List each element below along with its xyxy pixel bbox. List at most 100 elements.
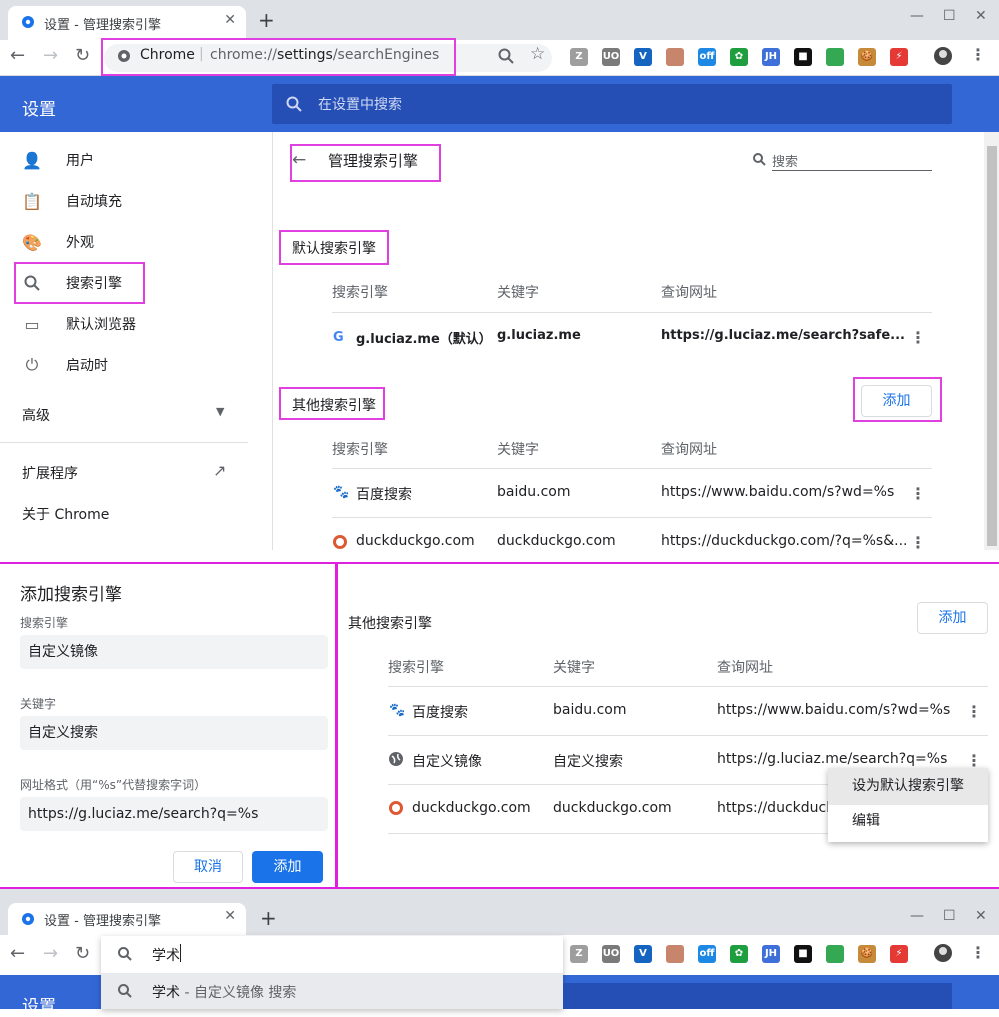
search-icon xyxy=(118,984,132,998)
scrollbar-thumb[interactable] xyxy=(987,146,997,546)
zoom-icon[interactable] xyxy=(498,48,514,64)
sidebar-item-on-startup[interactable]: ⏻ 启动时 xyxy=(0,345,270,385)
back-icon[interactable]: ← xyxy=(10,943,25,964)
omni-url-host: settings xyxy=(277,47,333,63)
back-icon[interactable]: ← xyxy=(10,45,25,66)
settings-gear-icon xyxy=(22,913,34,925)
v-icon[interactable]: V xyxy=(634,945,652,963)
flash-icon[interactable]: ⚡ xyxy=(890,945,908,963)
chrome-color-icon[interactable] xyxy=(826,48,844,66)
settings-search-placeholder: 在设置中搜索 xyxy=(318,97,402,113)
tab-close-icon[interactable]: ✕ xyxy=(224,908,236,924)
sidebar-item-people[interactable]: 👤 用户 xyxy=(0,140,270,180)
sidebar-about-link[interactable]: 关于 Chrome xyxy=(22,504,109,524)
more-actions-icon[interactable]: ⋮ xyxy=(910,484,926,503)
minimize-icon[interactable]: — xyxy=(910,8,924,24)
tab-close-icon[interactable]: ✕ xyxy=(224,12,236,28)
omni-url-path: /searchEngines xyxy=(332,47,440,63)
tab-title: 设置 - 管理搜索引擎 xyxy=(44,18,161,33)
jh-icon[interactable]: JH xyxy=(762,48,780,66)
url-input[interactable]: https://g.luciaz.me/search?q=%s xyxy=(20,797,328,831)
engine-url: https://duckduckg xyxy=(717,800,844,816)
col-keyword-header: 关键字 xyxy=(553,660,595,676)
chrome-color-icon[interactable] xyxy=(826,945,844,963)
engine-name: duckduckgo.com xyxy=(356,533,475,549)
z-icon[interactable]: Z xyxy=(570,945,588,963)
maximize-icon[interactable]: ☐ xyxy=(943,8,956,24)
off-ext-icon[interactable]: off xyxy=(698,48,716,66)
avatar[interactable] xyxy=(933,46,953,66)
z-icon[interactable]: Z xyxy=(570,48,588,66)
sidebar-label: 用户 xyxy=(66,153,94,169)
sidebar-highlight xyxy=(14,262,145,304)
url-field-label: 网址格式（用“%s”代替搜索字词） xyxy=(20,778,207,792)
reload-icon[interactable]: ↻ xyxy=(75,943,90,964)
square-icon[interactable]: ■ xyxy=(794,945,812,963)
cookie-icon[interactable]: 🍪 xyxy=(858,48,876,66)
row-divider xyxy=(332,312,932,313)
new-tab-button[interactable]: + xyxy=(258,8,275,32)
bottom-settings-search[interactable] xyxy=(563,983,952,1009)
gear-green-icon[interactable]: ✿ xyxy=(730,48,748,66)
dialog-add-button[interactable]: 添加 xyxy=(252,851,323,883)
sidebar-item-appearance[interactable]: 🎨 外观 xyxy=(0,222,270,262)
bookmark-star-icon[interactable]: ☆ xyxy=(530,44,545,64)
more-actions-icon[interactable]: ⋮ xyxy=(966,702,982,721)
omni-divider: | xyxy=(199,46,204,62)
ublock-icon[interactable]: UO xyxy=(602,48,620,66)
row-divider xyxy=(332,468,932,469)
sidebar-divider xyxy=(0,442,248,443)
omnibox-input[interactable]: 学术 xyxy=(152,945,180,965)
settings-title: 设置 xyxy=(22,997,56,1017)
engine-url: https://duckduckgo.com/?q=%s&... xyxy=(661,533,908,549)
browser-tab[interactable]: 设置 - 管理搜索引擎 ✕ xyxy=(8,6,246,40)
flash-icon[interactable]: ⚡ xyxy=(890,48,908,66)
page-search-input[interactable]: 搜索 xyxy=(772,151,798,170)
menu-item-set-default[interactable]: 设为默认搜索引擎 xyxy=(828,768,988,805)
advanced-toggle[interactable]: 高级 xyxy=(22,405,50,425)
scrollbar-track[interactable] xyxy=(984,132,999,550)
ublock-icon[interactable]: UO xyxy=(602,945,620,963)
baidu-paw-icon: 🐾 xyxy=(333,485,350,500)
browser-window-icon: ▭ xyxy=(24,314,40,334)
keyword-input[interactable]: 自定义搜索 xyxy=(20,716,328,750)
off-ext-icon[interactable]: off xyxy=(698,945,716,963)
sidebar-item-autofill[interactable]: 📋 自动填充 xyxy=(0,181,270,221)
engine-name-input[interactable]: 自定义镜像 xyxy=(20,635,328,669)
circle-icon[interactable] xyxy=(666,48,684,66)
new-tab-button[interactable]: + xyxy=(260,906,277,930)
browser-menu-icon[interactable]: ⋮ xyxy=(970,45,986,64)
baidu-paw-icon: 🐾 xyxy=(389,703,406,718)
panel-add-button[interactable]: 添加 xyxy=(917,602,988,634)
circle-icon[interactable] xyxy=(666,945,684,963)
person-icon: 👤 xyxy=(22,150,42,170)
jh-icon[interactable]: JH xyxy=(762,945,780,963)
gear-green-icon[interactable]: ✿ xyxy=(730,945,748,963)
bottom-browser-tab[interactable]: 设置 - 管理搜索引擎 ✕ xyxy=(8,903,246,935)
cookie-icon[interactable]: 🍪 xyxy=(858,945,876,963)
browser-menu-icon[interactable]: ⋮ xyxy=(970,943,986,962)
external-link-icon[interactable]: ↗ xyxy=(213,461,226,480)
search-underline xyxy=(772,170,932,171)
suggestion-suffix: - 自定义镜像 搜索 xyxy=(180,985,297,1001)
panel-section-title: 其他搜索引擎 xyxy=(348,616,432,632)
minimize-icon[interactable]: — xyxy=(910,908,924,924)
v-icon[interactable]: V xyxy=(634,48,652,66)
maximize-icon[interactable]: ☐ xyxy=(943,908,956,924)
forward-icon[interactable]: → xyxy=(43,45,58,66)
avatar[interactable] xyxy=(933,943,953,963)
google-icon: G xyxy=(333,330,344,345)
sidebar-extensions-link[interactable]: 扩展程序 xyxy=(22,463,78,483)
reload-icon[interactable]: ↻ xyxy=(75,45,90,66)
chevron-down-icon[interactable]: ▼ xyxy=(216,405,224,418)
engine-keyword: duckduckgo.com xyxy=(497,533,616,549)
forward-icon[interactable]: → xyxy=(43,943,58,964)
sidebar-item-default-browser[interactable]: ▭ 默认浏览器 xyxy=(0,304,270,344)
menu-item-edit[interactable]: 编辑 xyxy=(828,805,988,837)
close-window-icon[interactable]: ✕ xyxy=(975,908,987,924)
square-icon[interactable]: ■ xyxy=(794,48,812,66)
engine-url: https://g.luciaz.me/search?q=%s xyxy=(717,751,948,767)
cancel-button[interactable]: 取消 xyxy=(173,851,243,883)
more-actions-icon[interactable]: ⋮ xyxy=(910,328,926,347)
close-window-icon[interactable]: ✕ xyxy=(975,8,987,24)
